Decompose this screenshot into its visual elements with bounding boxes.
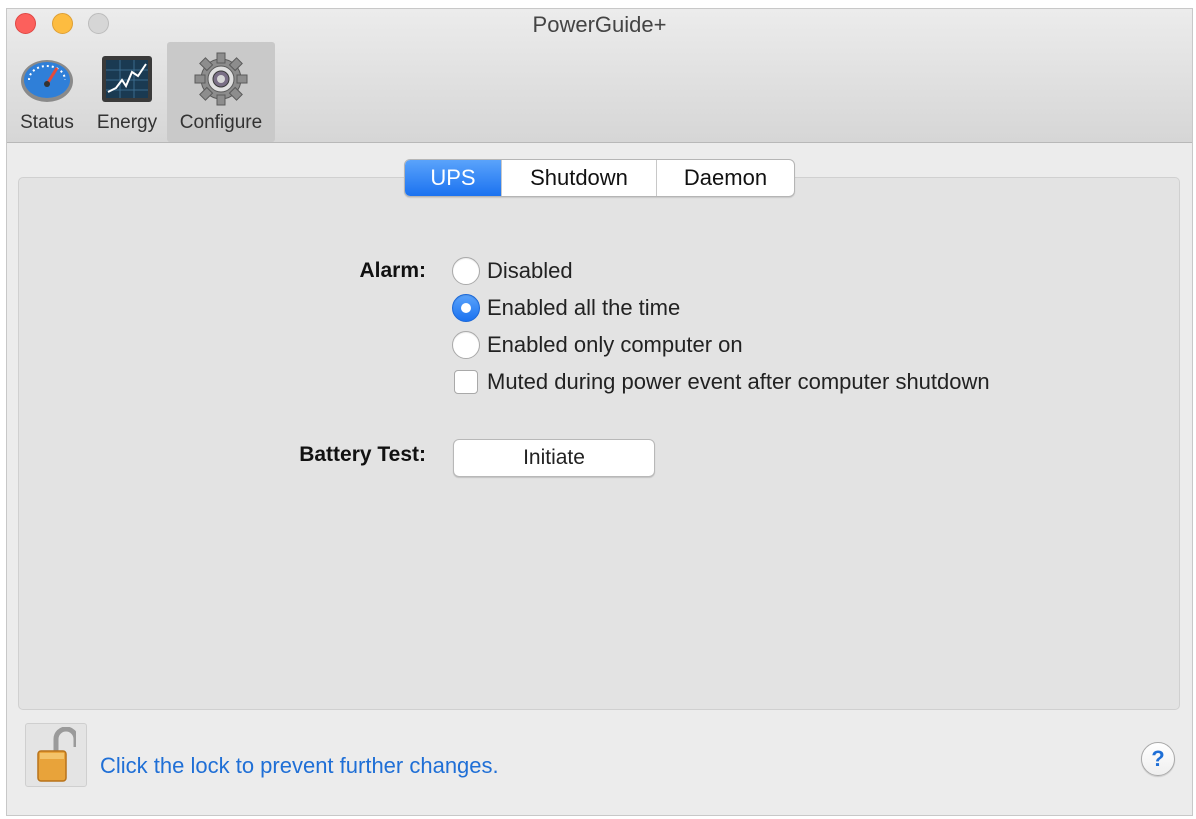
lock-button[interactable] <box>25 723 87 787</box>
app-window: PowerGuide+ Status Energy Configure UPS … <box>6 8 1193 816</box>
toolbar-energy-button[interactable]: Energy <box>89 42 165 142</box>
tab-daemon[interactable]: Daemon <box>656 160 794 196</box>
alarm-option-enabled-computer-on[interactable]: Enabled only computer on <box>452 331 743 359</box>
initiate-battery-test-button[interactable]: Initiate <box>453 439 655 477</box>
help-button[interactable]: ? <box>1141 742 1175 776</box>
tab-ups[interactable]: UPS <box>405 160 501 196</box>
tab-shutdown[interactable]: Shutdown <box>501 160 656 196</box>
alarm-muted-checkbox[interactable] <box>454 370 478 394</box>
alarm-enabled-always-radio[interactable] <box>452 294 480 322</box>
title-bar: PowerGuide+ Status Energy Configure <box>7 9 1192 143</box>
alarm-option-enabled-always[interactable]: Enabled all the time <box>452 294 680 322</box>
toolbar-energy-label: Energy <box>96 112 158 133</box>
battery-test-label: Battery Test: <box>299 443 426 466</box>
alarm-enabled-always-label: Enabled all the time <box>487 295 681 320</box>
tab-bar: UPS Shutdown Daemon <box>404 159 795 197</box>
unlocked-padlock-icon <box>37 727 76 782</box>
toolbar-status-label: Status <box>20 112 74 133</box>
toolbar-configure-button[interactable]: Configure <box>167 42 275 142</box>
toolbar-status-button[interactable]: Status <box>7 42 87 142</box>
alarm-muted-label: Muted during power event after computer … <box>487 369 990 394</box>
window-title: PowerGuide+ <box>532 12 667 37</box>
alarm-label: Alarm: <box>359 259 426 282</box>
gauge-icon <box>18 50 76 108</box>
alarm-disabled-label: Disabled <box>487 258 573 283</box>
alarm-enabled-computer-on-label: Enabled only computer on <box>487 332 743 357</box>
alarm-enabled-computer-on-radio[interactable] <box>452 331 480 359</box>
alarm-option-muted[interactable]: Muted during power event after computer … <box>452 369 990 395</box>
lock-message: Click the lock to prevent further change… <box>100 753 499 778</box>
alarm-disabled-radio[interactable] <box>452 257 480 285</box>
alarm-option-disabled[interactable]: Disabled <box>452 257 573 285</box>
toolbar-configure-label: Configure <box>179 112 263 133</box>
gear-icon <box>192 50 250 108</box>
energy-graph-icon <box>98 50 156 108</box>
